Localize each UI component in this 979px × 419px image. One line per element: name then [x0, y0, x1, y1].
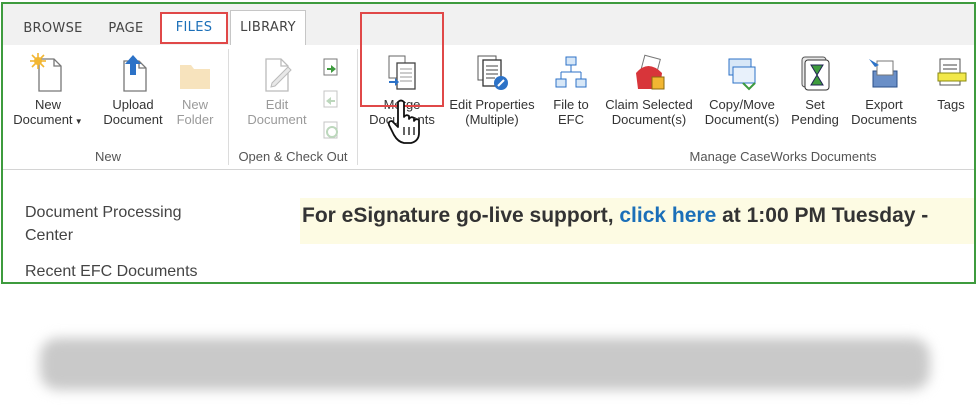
edit-document-button[interactable]: Edit Document	[237, 53, 317, 127]
set-pending-label-1: Set	[805, 97, 825, 112]
upload-document-label-1: Upload	[112, 97, 154, 112]
file-to-efc-label-1: File to	[553, 97, 589, 112]
nav-document-processing-center[interactable]: Document Processing Center	[25, 201, 182, 247]
dropdown-arrow-icon: ▼	[72, 117, 83, 126]
claim-selected-documents-button[interactable]: Claim Selected Document(s)	[601, 53, 697, 127]
set-pending-label-2: Pending	[791, 112, 839, 127]
tab-browse[interactable]: BROWSE	[17, 14, 89, 44]
claim-selected-icon	[636, 54, 665, 90]
edit-properties-multiple-button[interactable]: Edit Properties (Multiple)	[445, 53, 539, 127]
new-document-label-2: Document ▼	[13, 112, 83, 127]
group-separator	[228, 49, 229, 165]
tab-files[interactable]: FILES	[160, 12, 228, 44]
edit-document-label-1: Edit	[265, 97, 289, 112]
group-label-open-check-out: Open & Check Out	[238, 149, 348, 164]
edit-properties-icon	[477, 55, 508, 90]
sharepoint-window: BROWSE PAGE FILES LIBRARY New Document ▼…	[1, 2, 976, 284]
group-separator	[357, 49, 358, 165]
new-folder-label-2: Folder	[176, 112, 214, 127]
edit-properties-label-1: Edit Properties	[449, 97, 535, 112]
nav-item-label-2: Center	[25, 227, 74, 244]
claim-selected-label-1: Claim Selected	[605, 97, 693, 112]
hand-cursor-icon	[387, 99, 420, 144]
export-documents-icon	[869, 59, 898, 88]
new-folder-button[interactable]: New Folder	[166, 53, 224, 127]
discard-check-out-icon[interactable]	[321, 120, 341, 140]
new-document-icon	[30, 53, 62, 92]
hourglass-icon	[801, 56, 830, 91]
file-to-efc-button[interactable]: File to EFC	[543, 53, 599, 127]
upload-document-icon	[123, 55, 147, 92]
tab-page[interactable]: PAGE	[101, 14, 151, 44]
ribbon: New Document ▼ Upload Document New Folde…	[3, 45, 974, 170]
copy-move-label-1: Copy/Move	[709, 97, 775, 112]
nav-recent-efc-documents[interactable]: Recent EFC Documents	[25, 260, 198, 282]
folder-icon	[180, 65, 210, 89]
copy-move-label-2: Document(s)	[704, 112, 780, 127]
file-to-efc-icon	[555, 56, 587, 88]
edit-document-label-2: Document	[247, 112, 307, 127]
blurred-redaction	[40, 338, 930, 390]
group-label-new: New	[94, 149, 121, 164]
new-document-button[interactable]: New Document ▼	[9, 53, 87, 129]
group-label-manage-caseworks: Manage CaseWorks Documents	[689, 149, 877, 164]
export-documents-label-2: Documents	[851, 112, 917, 127]
tags-button[interactable]: Tags	[927, 53, 974, 112]
check-in-icon[interactable]	[321, 89, 341, 109]
merge-documents-highlight	[360, 12, 444, 107]
upload-document-button[interactable]: Upload Document	[100, 53, 166, 127]
check-out-icon[interactable]	[321, 57, 341, 77]
export-documents-label-1: Export	[865, 97, 903, 112]
ribbon-tab-bar: BROWSE PAGE FILES LIBRARY	[3, 4, 974, 46]
nav-item-label-1: Document Processing	[25, 204, 182, 221]
upload-document-label-2: Document	[103, 112, 163, 127]
copy-move-documents-button[interactable]: Copy/Move Document(s)	[700, 53, 784, 127]
announcement-banner: For eSignature go-live support, click he…	[300, 198, 974, 244]
banner-link[interactable]: click here	[619, 204, 716, 227]
tags-label: Tags	[937, 97, 965, 112]
banner-text-suffix: at 1:00 PM Tuesday -	[716, 204, 929, 227]
export-documents-button[interactable]: Export Documents	[845, 53, 923, 127]
set-pending-button[interactable]: Set Pending	[787, 53, 843, 127]
edit-properties-label-2: (Multiple)	[465, 112, 519, 127]
banner-text: For eSignature go-live support,	[302, 204, 620, 227]
copy-move-icon	[728, 58, 756, 91]
edit-document-icon	[265, 58, 292, 92]
new-folder-label-1: New	[181, 97, 208, 112]
new-document-label-1: New	[34, 97, 61, 112]
tags-icon	[937, 58, 967, 86]
file-to-efc-label-2: EFC	[558, 112, 584, 127]
claim-selected-label-2: Document(s)	[611, 112, 687, 127]
tab-library[interactable]: LIBRARY	[230, 10, 306, 45]
